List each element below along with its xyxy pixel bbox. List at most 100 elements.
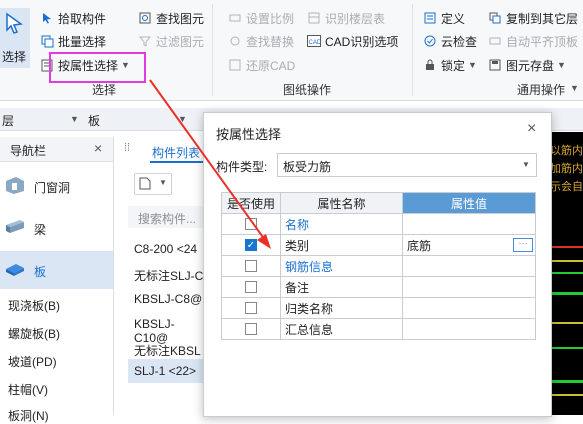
table-row: 钢筋信息 (221, 255, 536, 277)
type-label[interactable]: 板 (88, 112, 100, 129)
set-scale-label: 设置比例 (246, 11, 295, 26)
use-cell: ✓ (221, 234, 281, 256)
filter-icon (138, 34, 152, 48)
comp-type-select[interactable]: 板受力筋 ▼ (277, 153, 537, 177)
value-cell[interactable] (402, 276, 536, 298)
nav-sub-item[interactable]: 柱帽(V) (8, 381, 48, 398)
define-button[interactable]: 定义 (423, 8, 465, 28)
list-item[interactable]: KBSLJ-C10@ (134, 317, 208, 345)
nav-sub-label: 板洞(N) (8, 409, 49, 423)
chevron-down-icon: ▼ (159, 178, 167, 187)
chevron-down-icon[interactable]: ▼ (70, 114, 79, 124)
nav-sub-item[interactable]: 螺旋板(B) (8, 325, 60, 342)
list-item[interactable]: C8-200 <24 (134, 242, 197, 256)
batch-select-button[interactable]: 批量选择 (40, 31, 106, 51)
copy-to-other-button[interactable]: 复制到其它层 (488, 8, 578, 28)
select-label: 选择 (2, 50, 27, 64)
nav-item-slab[interactable]: 板 (0, 251, 113, 289)
value-cell[interactable]: 底筋 ··· (402, 234, 536, 256)
canvas-text: 以筋内 (550, 145, 583, 157)
select-by-attr-dialog: 按属性选择 × 构件类型: 板受力筋 ▼ 是否使用 属性名称 属性值 名称 ✓ … (203, 112, 552, 417)
door-window-icon (6, 177, 24, 194)
lock-button[interactable]: 锁定 ▼ (423, 55, 477, 75)
auto-align-top-button[interactable]: 自动平齐顶板 (488, 31, 578, 51)
value-cell[interactable] (402, 213, 536, 235)
use-cell (221, 213, 281, 235)
list-item-selected[interactable]: SLJ-1 <22> (128, 359, 208, 383)
copy-to-other-label: 复制到其它层 (506, 11, 579, 26)
use-checkbox[interactable] (245, 281, 257, 293)
use-checkbox[interactable] (245, 218, 257, 230)
canvas-text: 示会自 (550, 181, 583, 193)
chevron-down-icon[interactable]: ▼ (570, 83, 579, 93)
more-options-button[interactable]: ··· (513, 238, 533, 252)
canvas-line (548, 347, 583, 349)
col-use-header: 是否使用 (221, 192, 281, 214)
cloud-check-button[interactable]: 云检查 (423, 31, 477, 51)
canvas-line (548, 260, 583, 262)
copy-icon (488, 11, 502, 25)
close-icon[interactable]: × (527, 120, 536, 138)
tab-component-list[interactable]: 构件列表 (152, 144, 200, 161)
batch-icon (40, 34, 54, 48)
comp-type-value: 板受力筋 (283, 160, 332, 174)
drag-handle-icon[interactable]: ⁞⁞ (124, 142, 130, 154)
use-cell (221, 276, 281, 298)
chevron-down-icon[interactable]: ▼ (178, 114, 187, 124)
group-select-label: 选择 (92, 83, 117, 97)
nav-sub-item[interactable]: 板洞(N) (8, 407, 49, 424)
list-item[interactable]: 无标注SLJ-C (134, 267, 203, 284)
table-row: ✓ 类别 底筋 ··· (221, 234, 536, 256)
filter-element-button[interactable]: 过滤图元 (138, 31, 204, 51)
set-scale-button[interactable]: 设置比例 (228, 8, 294, 28)
use-checkbox[interactable] (245, 260, 257, 272)
drawing-canvas[interactable]: 以筋内 加筋内 示会自 (548, 132, 583, 415)
find-icon (138, 11, 152, 25)
nav-item-beam[interactable]: 梁 (0, 211, 113, 245)
find-replace-button[interactable]: 查找替换 (228, 31, 294, 51)
value-cell[interactable] (402, 318, 536, 340)
value-cell[interactable] (402, 255, 536, 277)
use-checkbox[interactable] (245, 323, 257, 335)
value-cell[interactable] (402, 297, 536, 319)
nav-sub-label: 坡道(PD) (8, 355, 57, 369)
pick-component-button[interactable]: 拾取构件 (40, 8, 106, 28)
list-item-label: C8-200 <24 (134, 242, 198, 256)
cad-identify-options-button[interactable]: CAD CAD识别选项 (307, 31, 398, 51)
nav-sub-item[interactable]: 现浇板(B) (8, 297, 60, 314)
use-checkbox-checked[interactable]: ✓ (245, 239, 257, 251)
table-row: 备注 (221, 276, 536, 298)
element-save-label: 图元存盘 (506, 58, 555, 73)
nav-title: 导航栏 (10, 144, 47, 158)
pick-component-label: 拾取构件 (58, 11, 107, 26)
restore-cad-button[interactable]: 还原CAD (228, 55, 295, 75)
select-big-button[interactable]: 选择 (0, 8, 30, 68)
identify-floor-table-button[interactable]: 识别楼层表 (307, 8, 385, 28)
use-checkbox[interactable] (245, 302, 257, 314)
close-icon[interactable]: × (94, 140, 102, 156)
new-component-button[interactable]: ▼ (134, 173, 172, 195)
nav-sub-label: 螺旋板(B) (8, 327, 60, 341)
nav-item-opening[interactable]: 门窗洞 (0, 169, 113, 203)
floor-label[interactable]: 层 (2, 112, 14, 129)
col-name-header: 属性名称 (280, 192, 403, 214)
canvas-line (548, 292, 583, 295)
beam-icon (6, 220, 24, 233)
list-item[interactable]: 无标注KBSL (134, 342, 201, 359)
new-file-icon (139, 177, 151, 190)
value-text: 底筋 (407, 238, 432, 253)
filter-element-label: 过滤图元 (156, 34, 205, 49)
search-input[interactable]: 搜索构件... (128, 206, 213, 228)
restore-icon (228, 58, 242, 72)
cloud-check-label: 云检查 (441, 34, 478, 49)
list-item-label: 无标注SLJ-C (134, 269, 204, 283)
list-item[interactable]: KBSLJ-C8@ (134, 292, 202, 306)
element-save-button[interactable]: 图元存盘 ▼ (488, 55, 566, 75)
find-element-button[interactable]: 查找图元 (138, 8, 204, 28)
group-common-label: 通用操作 (517, 83, 566, 97)
cad-icon: CAD (307, 34, 321, 48)
list-item-label: SLJ-1 <22> (134, 364, 197, 378)
nav-sub-item[interactable]: 坡道(PD) (8, 353, 57, 370)
table-row: 名称 (221, 213, 536, 235)
slab-icon (6, 264, 24, 276)
